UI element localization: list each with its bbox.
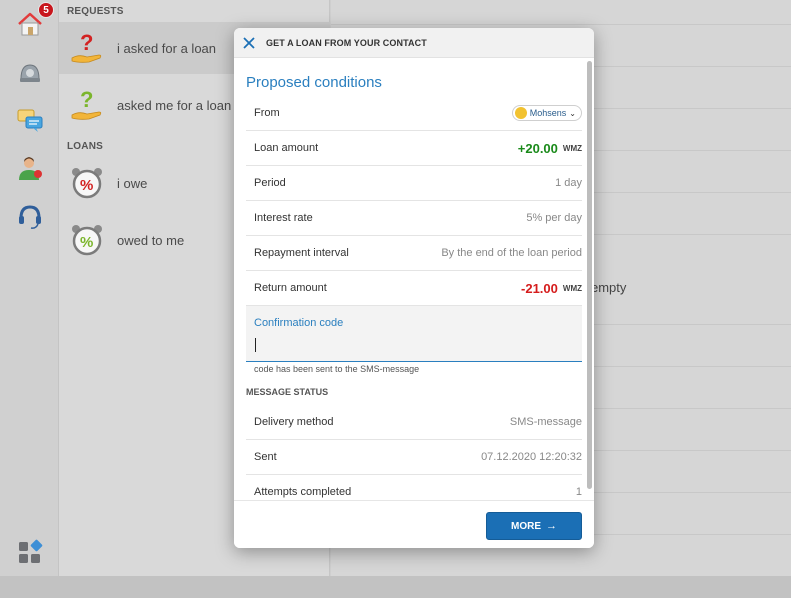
notification-badge: 5 bbox=[38, 2, 54, 18]
chevron-down-icon: ⌄ bbox=[569, 108, 576, 118]
return-amount-row: Return amount -21.00 WMZ bbox=[246, 271, 582, 306]
chat-icon bbox=[17, 109, 43, 132]
proposed-conditions-heading: Proposed conditions bbox=[246, 74, 382, 91]
dialog-body: Proposed conditions From Mohsens ⌄ Loan … bbox=[234, 59, 586, 499]
percent-clock-green-icon: % bbox=[67, 220, 107, 260]
return-amount-value: -21.00 bbox=[521, 280, 558, 296]
more-button[interactable]: MORE → bbox=[486, 512, 582, 540]
close-icon bbox=[243, 36, 255, 49]
contacts-button[interactable] bbox=[14, 152, 46, 184]
loan-amount-row: Loan amount +20.00 WMZ bbox=[246, 131, 582, 166]
empty-state-text: empty bbox=[591, 280, 627, 295]
svg-text:?: ? bbox=[80, 87, 93, 112]
loan-amount-value: +20.00 bbox=[517, 140, 558, 156]
question-hand-green-icon: ? bbox=[67, 85, 107, 125]
period-row: Period 1 day bbox=[246, 166, 582, 201]
repayment-value: By the end of the loan period bbox=[441, 247, 582, 259]
loan-dialog: GET A LOAN FROM YOUR CONTACT Proposed co… bbox=[234, 28, 594, 548]
dialog-title: GET A LOAN FROM YOUR CONTACT bbox=[266, 37, 427, 48]
from-label: From bbox=[254, 107, 280, 119]
home-button[interactable]: 5 bbox=[14, 2, 54, 40]
loan-amount-unit: WMZ bbox=[562, 143, 582, 153]
arrow-right-icon: → bbox=[546, 520, 557, 532]
svg-text:?: ? bbox=[80, 30, 93, 55]
close-button[interactable] bbox=[234, 28, 264, 58]
support-button[interactable] bbox=[14, 200, 46, 232]
dialog-header: GET A LOAN FROM YOUR CONTACT bbox=[234, 28, 594, 58]
list-item-label: i asked for a loan bbox=[117, 40, 217, 56]
interest-rate-label: Interest rate bbox=[254, 212, 313, 224]
confirmation-hint: code has been sent to the SMS-message bbox=[254, 364, 420, 374]
delivery-method-row: Delivery method SMS-message bbox=[246, 405, 582, 440]
return-amount-unit: WMZ bbox=[562, 283, 582, 293]
interest-rate-row: Interest rate 5% per day bbox=[246, 201, 582, 236]
scrollbar-thumb[interactable] bbox=[587, 61, 592, 489]
list-item-label: owed to me bbox=[117, 232, 185, 248]
question-hand-red-icon: ? bbox=[67, 28, 107, 68]
footer-strip bbox=[0, 576, 791, 598]
requests-heading: REQUESTS bbox=[67, 6, 124, 17]
support-icon bbox=[19, 205, 41, 229]
confirmation-code-input[interactable] bbox=[254, 336, 574, 356]
confirmation-code-field[interactable]: Confirmation code bbox=[246, 306, 582, 362]
list-item-label: i owe bbox=[117, 175, 148, 191]
contact-icon bbox=[19, 157, 42, 180]
more-button-label: MORE bbox=[511, 520, 541, 532]
contact-name: Mohsens bbox=[529, 108, 567, 118]
attempts-label: Attempts completed bbox=[254, 486, 352, 498]
interest-rate-value: 5% per day bbox=[526, 212, 582, 224]
repayment-row: Repayment interval By the end of the loa… bbox=[246, 236, 582, 271]
delivery-method-value: SMS-message bbox=[509, 416, 582, 428]
repayment-label: Repayment interval bbox=[254, 247, 349, 259]
text-caret bbox=[255, 338, 256, 352]
attempts-value: 1 bbox=[575, 486, 582, 498]
sent-value: 07.12.2020 12:20:32 bbox=[481, 451, 582, 463]
chat-button[interactable] bbox=[14, 104, 46, 136]
percent-clock-red-icon: % bbox=[67, 163, 107, 203]
sent-row: Sent 07.12.2020 12:20:32 bbox=[246, 440, 582, 475]
safe-button[interactable] bbox=[14, 56, 46, 88]
loans-heading: LOANS bbox=[67, 141, 103, 152]
sent-label: Sent bbox=[254, 451, 277, 463]
app-sidebar: 5 bbox=[0, 0, 59, 576]
loan-amount-label: Loan amount bbox=[254, 142, 319, 154]
safe-icon bbox=[20, 64, 40, 82]
list-item-label: asked me for a loan bbox=[117, 97, 232, 113]
contact-selector[interactable]: Mohsens ⌄ bbox=[511, 105, 582, 121]
dialog-footer: MORE → bbox=[234, 500, 594, 548]
divider bbox=[331, 24, 791, 25]
confirmation-code-label: Confirmation code bbox=[254, 317, 344, 329]
attempts-row: Attempts completed 1 bbox=[246, 475, 582, 499]
delivery-method-label: Delivery method bbox=[254, 416, 334, 428]
return-amount-label: Return amount bbox=[254, 282, 327, 294]
svg-text:%: % bbox=[80, 234, 93, 251]
from-row: From Mohsens ⌄ bbox=[246, 96, 582, 131]
dialog-scrollbar[interactable] bbox=[587, 61, 592, 489]
contact-avatar bbox=[514, 107, 527, 119]
period-label: Period bbox=[254, 177, 286, 189]
apps-icon bbox=[19, 539, 43, 563]
svg-text:%: % bbox=[80, 177, 93, 194]
apps-button[interactable] bbox=[14, 536, 46, 568]
period-value: 1 day bbox=[555, 177, 582, 189]
message-status-heading: MESSAGE STATUS bbox=[246, 387, 329, 397]
